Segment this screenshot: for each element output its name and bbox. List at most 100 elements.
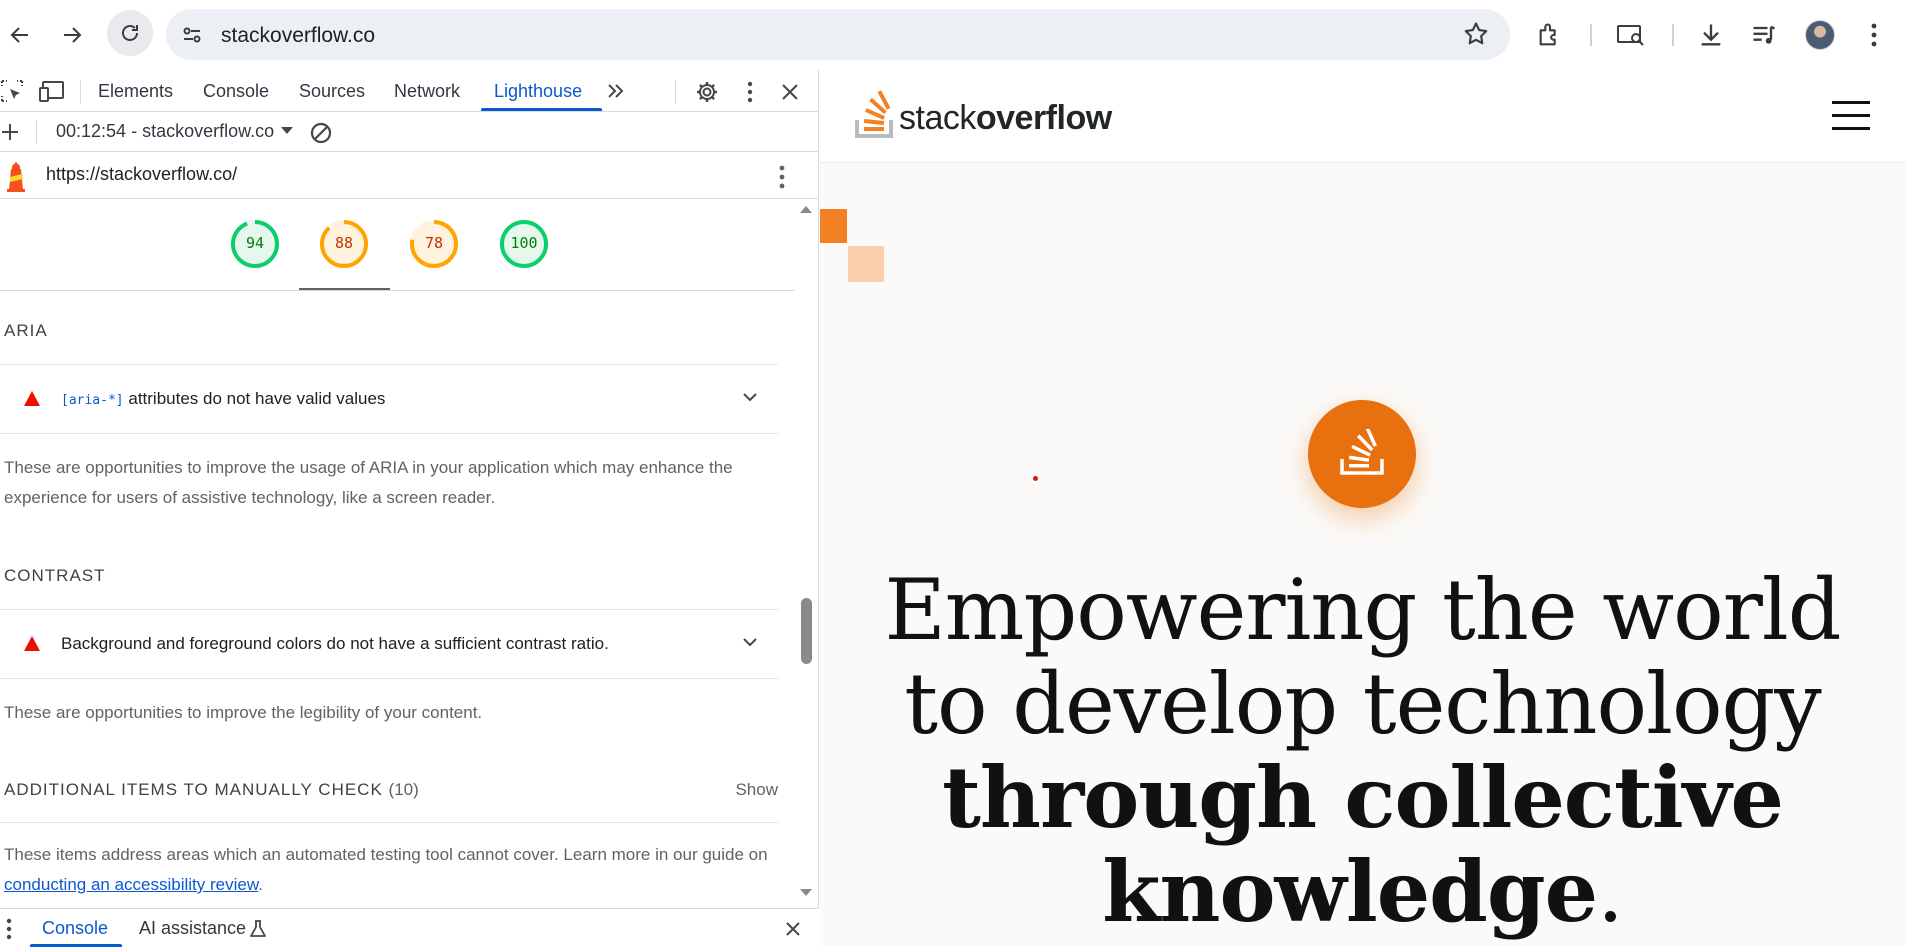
drawer-tab-ai-assistance[interactable]: AI assistance (139, 918, 246, 939)
section-description-aria: These are opportunities to improve the u… (4, 458, 733, 507)
inspect-element-icon[interactable] (0, 79, 24, 103)
scrollbar-thumb[interactable] (801, 598, 812, 664)
browser-toolbar: stackoverflow.co (0, 0, 1905, 70)
forward-button[interactable] (52, 15, 92, 55)
bookmark-star-icon[interactable] (1462, 20, 1490, 53)
report-selector[interactable]: 00:12:54 - stackoverflow.co (56, 121, 274, 142)
score-value: 88 (334, 234, 354, 252)
reload-button[interactable] (107, 10, 153, 56)
site-header: stackoverflow (820, 70, 1905, 163)
hero-period: . (1597, 843, 1624, 941)
tab-lighthouse[interactable]: Lighthouse (494, 81, 582, 102)
manual-count: (10) (388, 780, 419, 799)
score-gauge-performance[interactable]: 94 (229, 218, 281, 270)
scroll-up-arrow-icon[interactable] (799, 204, 813, 214)
browser-menu-icon[interactable] (1857, 18, 1891, 52)
section-description-contrast: These are opportunities to improve the l… (4, 703, 483, 722)
logo-word-bold: overflow (975, 99, 1112, 137)
hero-line-3: through collective (942, 748, 1784, 847)
profile-avatar[interactable] (1805, 20, 1835, 50)
section-description-manual: These items address areas which an autom… (4, 840, 779, 900)
hero-line-1: Empowering the world (884, 561, 1841, 659)
toolbar-divider (1590, 24, 1592, 46)
report-menu-icon[interactable] (774, 164, 790, 190)
tab-sources[interactable]: Sources (299, 81, 365, 102)
tabbar-divider (675, 80, 676, 104)
manual-desc-tail: . (258, 875, 263, 894)
score-gauge-best-practices[interactable]: 78 (408, 218, 460, 270)
more-tabs-chevron-icon[interactable] (604, 80, 628, 102)
site-info-icon[interactable] (178, 21, 206, 49)
score-gauge-accessibility[interactable]: 88 (318, 218, 370, 270)
devtools-tabbar: Elements Console Sources Network Lightho… (0, 70, 819, 112)
dropdown-arrow-icon[interactable] (280, 124, 294, 138)
close-drawer-icon[interactable] (782, 918, 804, 940)
drawer-menu-icon[interactable] (4, 917, 14, 941)
stackoverflow-badge-icon (1308, 400, 1416, 508)
scroll-down-arrow-icon[interactable] (799, 888, 813, 898)
manual-title-text: ADDITIONAL ITEMS TO MANUALLY CHECK (4, 780, 383, 799)
decorative-dot (1033, 476, 1038, 481)
score-value: 78 (424, 234, 444, 252)
extensions-icon[interactable] (1533, 18, 1567, 52)
hamburger-menu-icon[interactable] (1832, 101, 1870, 131)
lighthouse-report: 94 88 78 100 ARIA [aria-*] attributes do… (0, 200, 800, 901)
section-title-manual: ADDITIONAL ITEMS TO MANUALLY CHECK (10) (4, 780, 419, 800)
back-button[interactable] (0, 15, 40, 55)
score-value: 94 (245, 234, 265, 252)
divider (0, 822, 778, 823)
download-icon[interactable] (1694, 18, 1728, 52)
arrow-right-icon (64, 27, 82, 43)
arrow-left-icon (10, 27, 28, 43)
media-queue-icon[interactable] (1747, 18, 1781, 52)
stackoverflow-logo[interactable]: stackoverflow (855, 88, 1112, 138)
clear-reports-icon[interactable] (308, 120, 334, 146)
decorative-square-peach (848, 246, 884, 282)
cast-search-icon[interactable] (1614, 18, 1648, 52)
logo-word-light: stack (899, 99, 976, 137)
toolbar-divider (1672, 24, 1674, 46)
score-gauges: 94 88 78 100 (0, 200, 795, 291)
audit-row-aria-valid-values[interactable]: [aria-*] attributes do not have valid va… (0, 364, 778, 434)
tab-network[interactable]: Network (394, 81, 460, 102)
audit-title-text: attributes do not have valid values (128, 389, 386, 408)
new-report-plus-icon[interactable] (0, 122, 20, 142)
toolbar-divider (36, 120, 37, 144)
settings-gear-icon[interactable] (694, 79, 720, 105)
drawer-tab-console[interactable]: Console (42, 918, 108, 939)
audited-url: https://stackoverflow.co/ (46, 164, 238, 184)
audit-row-color-contrast[interactable]: Background and foreground colors do not … (0, 609, 778, 679)
tabbar-divider (80, 80, 81, 104)
reload-icon (122, 25, 138, 41)
lighthouse-logo-icon (4, 160, 28, 192)
active-tab-indicator (481, 108, 602, 111)
logo-wordmark: stackoverflow (899, 98, 1112, 138)
devtools-menu-icon[interactable] (740, 79, 760, 105)
show-manual-button[interactable]: Show (735, 780, 778, 800)
audit-title: [aria-*] attributes do not have valid va… (61, 389, 385, 409)
manual-desc-text: These items address areas which an autom… (4, 845, 768, 864)
hero-line-2: to develop technology (904, 655, 1822, 753)
flask-icon (249, 919, 267, 939)
address-bar-url[interactable]: stackoverflow.co (221, 24, 375, 48)
close-devtools-icon[interactable] (778, 80, 802, 104)
chevron-down-icon[interactable] (742, 634, 758, 655)
lighthouse-url-bar: https://stackoverflow.co/ (0, 152, 819, 199)
score-gauge-seo[interactable]: 100 (498, 218, 550, 270)
devtools-panel: Elements Console Sources Network Lightho… (0, 70, 819, 947)
hero-headline: Empowering the world to develop technolo… (820, 563, 1905, 939)
hero-line-4: knowledge (1102, 842, 1598, 941)
decorative-square-orange (820, 209, 847, 243)
device-toolbar-icon[interactable] (38, 79, 66, 103)
section-title-contrast: CONTRAST (4, 566, 106, 585)
stackoverflow-logo-icon (855, 90, 893, 138)
web-page-viewport: stackoverflow Empowering the world to de… (820, 70, 1905, 946)
fail-triangle-icon (24, 636, 40, 651)
score-value: 100 (510, 234, 538, 252)
tab-elements[interactable]: Elements (98, 81, 173, 102)
tab-console[interactable]: Console (203, 81, 269, 102)
address-bar[interactable]: stackoverflow.co (166, 9, 1510, 60)
selected-gauge-indicator (299, 288, 390, 290)
chevron-down-icon[interactable] (742, 389, 758, 410)
accessibility-review-link[interactable]: conducting an accessibility review (4, 875, 258, 894)
